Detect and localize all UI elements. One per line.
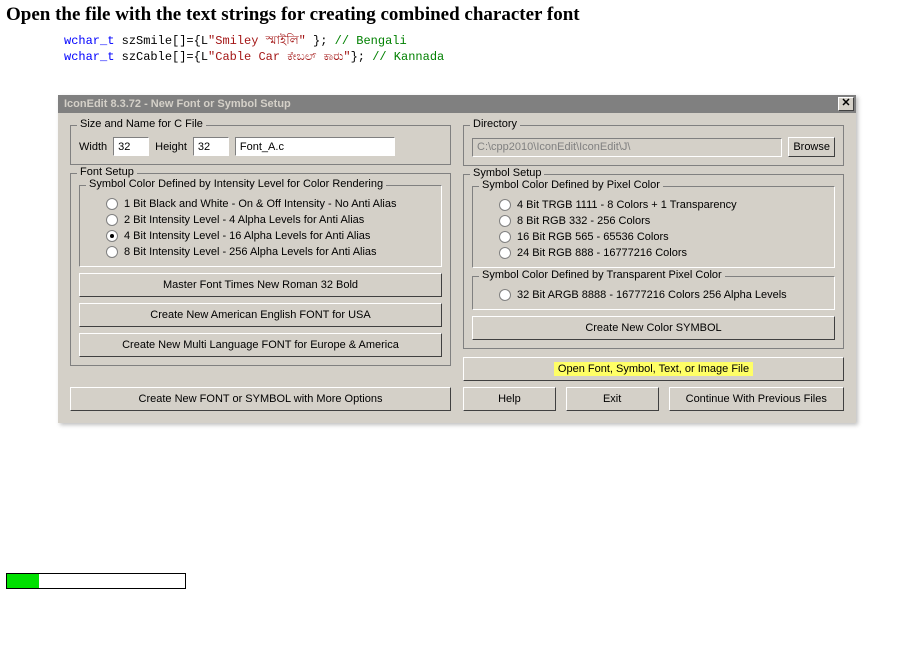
close-icon[interactable]: ✕	[838, 97, 854, 111]
width-label: Width	[79, 141, 107, 153]
symbol-setup-group: Symbol Setup Symbol Color Defined by Pix…	[463, 174, 844, 349]
group-legend: Size and Name for C File	[77, 118, 206, 130]
radio-rgb16[interactable]: 16 Bit RGB 565 - 65536 Colors	[481, 229, 826, 245]
browse-button[interactable]: Browse	[788, 137, 835, 157]
radio-4bit[interactable]: 4 Bit Intensity Level - 16 Alpha Levels …	[88, 228, 433, 244]
progress-fill	[7, 574, 39, 588]
width-input[interactable]	[113, 137, 149, 156]
open-file-button[interactable]: Open Font, Symbol, Text, or Image File	[463, 357, 844, 381]
create-multilang-font-button[interactable]: Create New Multi Language FONT for Europ…	[79, 333, 442, 357]
height-label: Height	[155, 141, 187, 153]
master-font-button[interactable]: Master Font Times New Roman 32 Bold	[79, 273, 442, 297]
dialog-window: IconEdit 8.3.72 - New Font or Symbol Set…	[58, 95, 856, 423]
radio-rgb24[interactable]: 24 Bit RGB 888 - 16777216 Colors	[481, 245, 826, 261]
more-options-button[interactable]: Create New FONT or SYMBOL with More Opti…	[70, 387, 451, 411]
radio-argb32[interactable]: 32 Bit ARGB 8888 - 16777216 Colors 256 A…	[481, 287, 826, 303]
code-string: "Smiley স্মাইলি"	[208, 34, 306, 48]
titlebar: IconEdit 8.3.72 - New Font or Symbol Set…	[58, 95, 856, 113]
progress-bar	[6, 573, 186, 589]
code-keyword: wchar_t	[64, 50, 114, 64]
code-string: "Cable Car ಕೇಬಲ್ ಕಾರು"	[208, 50, 351, 64]
exit-button[interactable]: Exit	[566, 387, 659, 411]
pixel-color-subgroup: Symbol Color Defined by Pixel Color 4 Bi…	[472, 186, 835, 268]
code-comment: // Bengali	[335, 34, 407, 48]
subgroup-legend: Symbol Color Defined by Intensity Level …	[86, 178, 386, 190]
radio-trgb4[interactable]: 4 Bit TRGB 1111 - 8 Colors + 1 Transpare…	[481, 197, 826, 213]
group-legend: Font Setup	[77, 166, 137, 178]
size-name-group: Size and Name for C File Width Height	[70, 125, 451, 165]
open-file-label: Open Font, Symbol, Text, or Image File	[554, 362, 753, 376]
radio-8bit[interactable]: 8 Bit Intensity Level - 256 Alpha Levels…	[88, 244, 433, 260]
group-legend: Symbol Setup	[470, 167, 544, 179]
group-legend: Directory	[470, 118, 520, 130]
continue-button[interactable]: Continue With Previous Files	[669, 387, 845, 411]
radio-2bit[interactable]: 2 Bit Intensity Level - 4 Alpha Levels f…	[88, 212, 433, 228]
create-usa-font-button[interactable]: Create New American English FONT for USA	[79, 303, 442, 327]
subgroup-legend: Symbol Color Defined by Transparent Pixe…	[479, 269, 725, 281]
page-heading: Open the file with the text strings for …	[6, 4, 898, 26]
directory-group: Directory Browse	[463, 125, 844, 166]
radio-rgb8[interactable]: 8 Bit RGB 332 - 256 Colors	[481, 213, 826, 229]
height-input[interactable]	[193, 137, 229, 156]
intensity-subgroup: Symbol Color Defined by Intensity Level …	[79, 185, 442, 267]
directory-path	[472, 138, 782, 157]
subgroup-legend: Symbol Color Defined by Pixel Color	[479, 179, 663, 191]
code-snippet: wchar_t szSmile[]={L"Smiley স্মাইলি" }; …	[64, 34, 898, 65]
font-setup-group: Font Setup Symbol Color Defined by Inten…	[70, 173, 451, 366]
filename-input[interactable]	[235, 137, 395, 156]
radio-1bit[interactable]: 1 Bit Black and White - On & Off Intensi…	[88, 196, 433, 212]
transparent-color-subgroup: Symbol Color Defined by Transparent Pixe…	[472, 276, 835, 310]
code-comment: // Kannada	[372, 50, 444, 64]
code-keyword: wchar_t	[64, 34, 114, 48]
window-title: IconEdit 8.3.72 - New Font or Symbol Set…	[64, 98, 291, 110]
help-button[interactable]: Help	[463, 387, 556, 411]
create-symbol-button[interactable]: Create New Color SYMBOL	[472, 316, 835, 340]
